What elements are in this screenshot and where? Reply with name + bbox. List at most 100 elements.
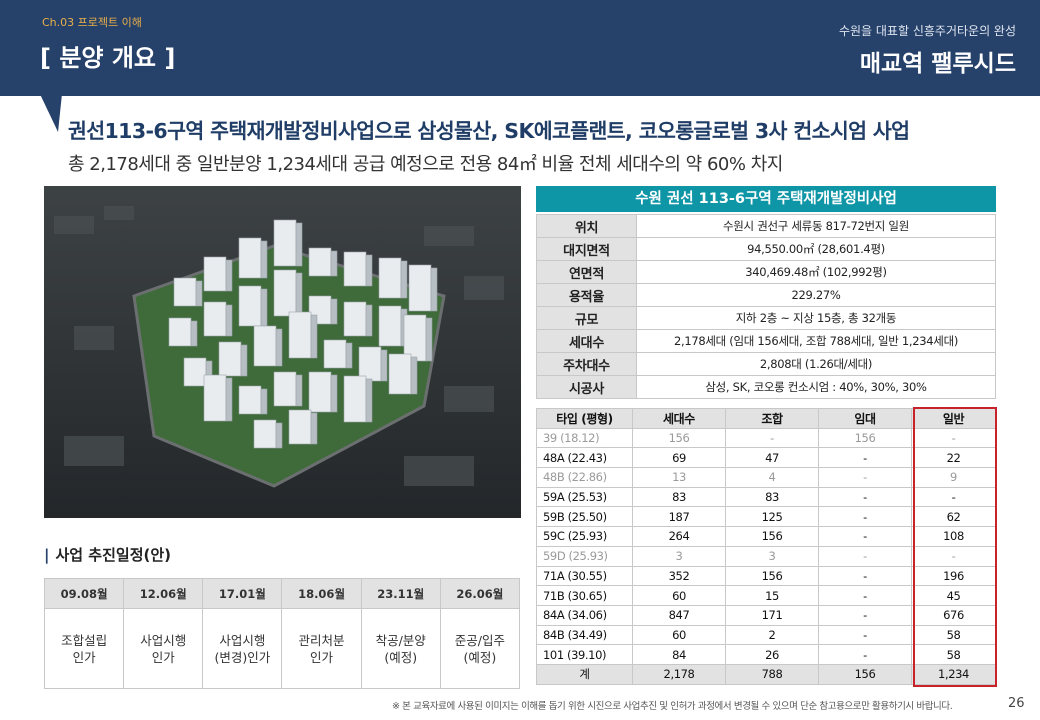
- unit-cell: 71B (30.65): [536, 585, 633, 606]
- aerial-illustration: [44, 186, 521, 518]
- apartment-tower: [343, 251, 367, 287]
- schedule-date: 18.06월: [281, 578, 362, 609]
- unit-cell: 3: [632, 545, 726, 567]
- unit-cell: -: [818, 644, 912, 665]
- unit-row: 59B (25.50) 187 125-62: [536, 506, 996, 528]
- unit-row: 39 (18.12) 156-156-: [536, 427, 996, 449]
- headline: 권선113-6구역 주택재개발정비사업으로 삼성물산, SK에코플랜트, 코오롱…: [68, 119, 910, 143]
- unit-cell: -: [818, 526, 912, 547]
- schedule-event: 준공/입주 (예정): [439, 608, 521, 689]
- apartment-tower-side: [330, 374, 338, 413]
- apartment-tower-side: [310, 314, 318, 359]
- unit-cell: 84A (34.06): [536, 604, 633, 626]
- apartment-tower-side: [225, 259, 233, 292]
- unit-cell: 69: [632, 447, 726, 469]
- apartment-tower-side: [190, 320, 198, 347]
- apartment-tower-side: [330, 250, 338, 277]
- info-row: 세대수 2,178세대 (임대 156세대, 조합 788세대, 일반 1,234…: [536, 329, 996, 353]
- info-value: 229.27%: [636, 283, 996, 307]
- header-pointer: [39, 94, 71, 132]
- schedule-event: 착공/분양 (예정): [360, 608, 441, 689]
- unit-total-cell: 156: [818, 663, 912, 685]
- apartment-tower-side: [295, 374, 303, 407]
- project-info-table: 위치 수원시 권선구 세류동 817-72번지 일원 대지면적 94,550.00㎡…: [536, 214, 996, 399]
- apartment-tower: [378, 305, 402, 347]
- unit-cell: 101 (39.10): [536, 644, 633, 665]
- unit-row: 84B (34.49) 60 2-58: [536, 624, 996, 646]
- schedule-dates-row: 09.08월 12.06월 17.01월 18.06월 23.11월 26.06…: [43, 578, 521, 609]
- unit-cell: -: [818, 565, 912, 587]
- apartment-tower-side: [240, 344, 248, 377]
- info-label: 대지면적: [536, 237, 637, 261]
- unit-cell: 9: [911, 467, 996, 488]
- unit-cell: 15: [725, 585, 819, 606]
- heading-bar-icon: |: [44, 546, 50, 564]
- unit-cell: 125: [725, 506, 819, 528]
- apartment-tower: [253, 325, 277, 367]
- info-row: 시공사 삼성, SK, 코오롱 컨소시엄 : 40%, 30%, 30%: [536, 375, 996, 399]
- unit-cell: 59D (25.93): [536, 545, 633, 567]
- apartment-tower-side: [295, 272, 303, 317]
- info-label: 시공사: [536, 375, 637, 399]
- apartment-tower-side: [310, 412, 318, 445]
- brand-name: 매교역 팰루시드: [859, 51, 1016, 77]
- unit-row: 59C (25.93) 264 156-108: [536, 526, 996, 547]
- apartment-tower-side: [275, 328, 283, 367]
- unit-cell: -: [818, 545, 912, 567]
- unit-cell: 4: [725, 467, 819, 488]
- unit-cell: 59C (25.93): [536, 526, 633, 547]
- schedule-date: 26.06월: [439, 578, 521, 609]
- unit-cell: 352: [632, 565, 726, 587]
- unit-cell: 62: [911, 506, 996, 528]
- apartment-tower-side: [275, 422, 283, 449]
- unit-total-cell: 2,178: [632, 663, 726, 685]
- chapter-label: Ch.03 프로젝트 이해: [42, 16, 142, 29]
- unit-cell: 45: [911, 585, 996, 606]
- apartment-tower: [308, 371, 332, 413]
- unit-row: 59A (25.53) 83 83- -: [536, 486, 996, 508]
- schedule-event: 조합설립 인가: [43, 608, 125, 689]
- apartment-tower-side: [410, 356, 418, 395]
- unit-cell: 83: [725, 486, 819, 508]
- unit-cell: 22: [911, 447, 996, 469]
- unit-total-row: 계 2,178 788 156 1,234: [536, 663, 996, 685]
- info-row: 용적율 229.27%: [536, 283, 996, 307]
- unit-cell: 847: [632, 604, 726, 626]
- unit-cell: -: [818, 624, 912, 646]
- unit-cell: 108: [911, 526, 996, 547]
- unit-cell: -: [818, 585, 912, 606]
- apartment-tower: [273, 219, 297, 267]
- apartment-tower: [388, 353, 412, 395]
- apartment-tower: [378, 257, 402, 299]
- apartment-tower: [323, 339, 347, 369]
- apartment-tower-side: [195, 280, 203, 307]
- info-row: 대지면적 94,550.00㎡ (28,601.4평): [536, 237, 996, 261]
- unit-header-cell: 임대: [818, 408, 912, 429]
- info-label: 연면적: [536, 260, 637, 284]
- unit-cell: 83: [632, 486, 726, 508]
- unit-header-cell: 일반: [911, 408, 996, 429]
- apartment-tower-side: [330, 298, 338, 325]
- unit-cell: 676: [911, 604, 996, 626]
- unit-cell: 156: [632, 427, 726, 449]
- apartment-tower: [273, 269, 297, 317]
- unit-cell: -: [818, 486, 912, 508]
- info-row: 위치 수원시 권선구 세류동 817-72번지 일원: [536, 214, 996, 238]
- unit-row: 59D (25.93) 3 3- -: [536, 545, 996, 567]
- unit-cell: 47: [725, 447, 819, 469]
- apartment-tower-side: [225, 377, 233, 422]
- unit-cell: 156: [725, 565, 819, 587]
- apartment-tower: [343, 375, 367, 423]
- apartment-tower-side: [260, 288, 268, 327]
- unit-cell: 264: [632, 526, 726, 547]
- info-row: 주차대수 2,808대 (1.26대/세대): [536, 352, 996, 376]
- apartment-tower: [238, 237, 262, 279]
- unit-cell: 3: [725, 545, 819, 567]
- unit-header-row: 타입 (평형) 세대수 조합 임대 일반: [536, 408, 996, 429]
- subheadline: 총 2,178세대 중 일반분양 1,234세대 공급 예정으로 전용 84㎡ …: [68, 154, 783, 175]
- info-value: 94,550.00㎡ (28,601.4평): [636, 237, 996, 261]
- info-label: 용적율: [536, 283, 637, 307]
- schedule-table: 09.08월 12.06월 17.01월 18.06월 23.11월 26.06…: [43, 578, 521, 689]
- apartment-tower: [273, 371, 297, 407]
- apartment-tower: [203, 256, 227, 292]
